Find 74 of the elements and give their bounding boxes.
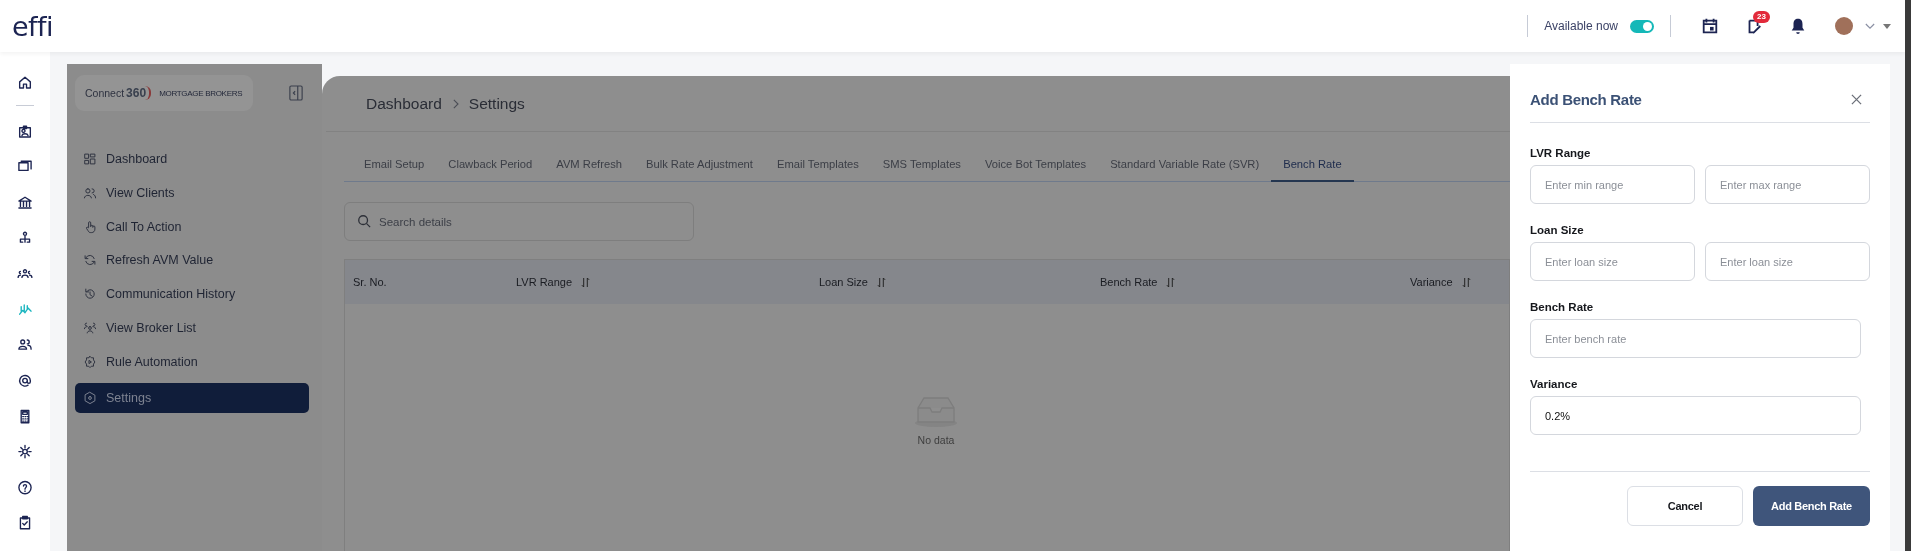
- sort-icon[interactable]: [1461, 276, 1471, 288]
- column-header[interactable]: Variance: [1402, 276, 1471, 288]
- collapse-sidebar-icon[interactable]: [289, 85, 303, 101]
- gear-play-icon: [83, 354, 97, 369]
- settings-tab[interactable]: SMS Templates: [870, 158, 973, 182]
- help-icon[interactable]: [17, 479, 33, 496]
- cancel-button[interactable]: Cancel: [1627, 486, 1743, 526]
- column-header[interactable]: Loan Size: [811, 276, 1092, 288]
- caret-down-icon[interactable]: [1883, 23, 1891, 29]
- notification-badge: 23: [1753, 11, 1770, 23]
- brand-logo[interactable]: Connect 360 MORTGAGE BROKERS: [75, 75, 253, 111]
- broker-group-icon: [83, 321, 97, 335]
- settings-tab[interactable]: Clawback Period: [436, 158, 545, 182]
- sidebar-item[interactable]: Call To Action: [75, 211, 309, 242]
- users-icon: [83, 185, 97, 200]
- availability-label: Available now: [1544, 19, 1618, 33]
- sidebar-item[interactable]: View Clients: [75, 177, 309, 208]
- home-icon[interactable]: [17, 75, 33, 91]
- settings-tab[interactable]: Standard Variable Rate (SVR): [1098, 158, 1272, 182]
- submit-button[interactable]: Add Bench Rate: [1753, 486, 1870, 526]
- sidebar-item[interactable]: Rule Automation: [75, 346, 309, 377]
- sort-icon[interactable]: [581, 276, 591, 288]
- input-field[interactable]: Enter bench rate: [1530, 319, 1861, 358]
- breadcrumb-item[interactable]: Dashboard: [366, 94, 442, 113]
- close-icon[interactable]: [1851, 93, 1862, 105]
- drawer-title: Add Bench Rate: [1530, 90, 1642, 108]
- breadcrumb-item[interactable]: Settings: [468, 94, 525, 113]
- chevron-down-icon[interactable]: [1865, 22, 1875, 30]
- grid-icon: [83, 152, 97, 166]
- availability-toggle[interactable]: [1630, 19, 1654, 33]
- search-icon: [357, 214, 371, 228]
- people-icon[interactable]: [17, 337, 33, 353]
- field-label: Loan Size: [1530, 224, 1585, 236]
- input-field[interactable]: 0.2%: [1530, 396, 1861, 435]
- sidebar-item[interactable]: View Broker List: [75, 313, 309, 343]
- input-field[interactable]: Enter min range: [1530, 165, 1695, 204]
- refresh-icon: [83, 253, 97, 268]
- sort-icon[interactable]: [876, 276, 886, 288]
- settings-tab[interactable]: Email Templates: [764, 158, 871, 182]
- gear-icon[interactable]: [17, 444, 33, 460]
- history-icon: [83, 287, 97, 302]
- sidebar-item[interactable]: Communication History: [75, 279, 309, 310]
- field-label: Bench Rate: [1530, 301, 1595, 313]
- settings-tab[interactable]: Bulk Rate Adjustment: [634, 158, 765, 182]
- column-header[interactable]: Sr. No.: [345, 276, 508, 288]
- chevron-right-icon: [451, 98, 459, 109]
- field-label: LVR Range: [1530, 147, 1592, 159]
- settings-tab[interactable]: Bench Rate: [1271, 158, 1354, 182]
- calendar-icon[interactable]: [1701, 17, 1719, 35]
- sidebar-item[interactable]: Dashboard: [75, 144, 309, 174]
- settings-tab[interactable]: Voice Bot Templates: [972, 158, 1099, 182]
- org-chart-icon[interactable]: [17, 230, 33, 246]
- avatar[interactable]: [1835, 17, 1853, 35]
- input-field[interactable]: Enter loan size: [1530, 242, 1695, 281]
- app-logo[interactable]: effi: [12, 10, 54, 42]
- empty-state-text: No data: [917, 434, 955, 446]
- sidebar-item[interactable]: Settings: [75, 382, 309, 413]
- input-field[interactable]: Enter loan size: [1705, 242, 1870, 281]
- hand-pointer-icon: [83, 219, 97, 234]
- input-field[interactable]: Enter max range: [1705, 165, 1870, 204]
- search-field[interactable]: Search details: [344, 202, 694, 241]
- bank-icon[interactable]: [17, 194, 33, 211]
- settings-tab[interactable]: Email Setup: [344, 158, 437, 182]
- id-card-icon[interactable]: [17, 123, 33, 139]
- hexagon-icon: [83, 390, 97, 405]
- settings-tab[interactable]: AVM Refresh: [544, 158, 634, 182]
- sort-icon[interactable]: [1166, 276, 1176, 288]
- clipboard-check-icon[interactable]: [17, 515, 33, 531]
- column-header[interactable]: LVR Range: [508, 276, 811, 288]
- at-sign-icon[interactable]: [17, 372, 33, 389]
- column-header[interactable]: Bench Rate: [1092, 276, 1402, 288]
- sidebar-item[interactable]: Refresh AVM Value: [75, 245, 309, 276]
- field-label: Variance: [1530, 378, 1579, 390]
- bell-icon[interactable]: [1789, 17, 1807, 35]
